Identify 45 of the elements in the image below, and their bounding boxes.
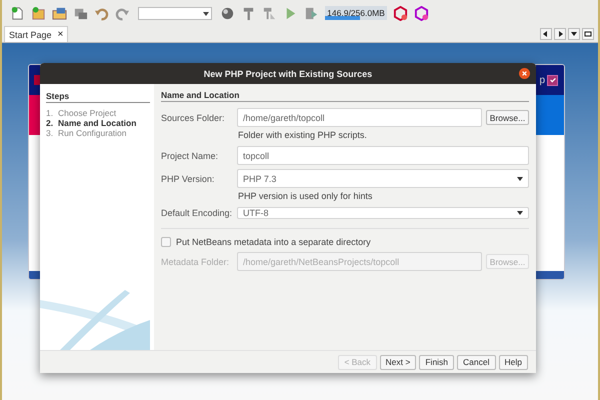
section-heading: Name and Location: [161, 90, 529, 102]
dialog-button[interactable]: Help: [498, 354, 528, 370]
field-label: Default Encoding:: [161, 208, 233, 218]
maximize-icon[interactable]: [582, 28, 594, 40]
hammer-icon[interactable]: [241, 6, 256, 20]
dialog-button[interactable]: Cancel: [457, 354, 496, 370]
dialog-title: New PHP Project with Existing Sources: [204, 68, 372, 78]
close-icon[interactable]: [519, 68, 530, 79]
close-tab-button[interactable]: ×: [58, 29, 64, 40]
step-item: 2. Name and Location: [46, 118, 138, 128]
text-field[interactable]: topcoll: [237, 146, 529, 165]
profile-icon[interactable]: [393, 6, 408, 20]
step-item: 3. Run Configuration: [46, 128, 128, 138]
scroll-left-icon[interactable]: [540, 28, 552, 40]
scroll-right-icon[interactable]: [554, 28, 566, 40]
text-field[interactable]: /home/gareth/topcoll: [237, 108, 482, 127]
steps-heading: Steps: [46, 91, 150, 103]
show-on-startup-checkbox[interactable]: [547, 74, 558, 86]
dropdown-arrow-icon[interactable]: [202, 10, 210, 18]
field-label: Project Name:: [161, 150, 220, 160]
tab-list-icon[interactable]: [568, 28, 580, 40]
start-page-tab[interactable]: Start Page ×: [4, 26, 68, 42]
show-on-startup-label: p: [538, 74, 545, 86]
globe-icon[interactable]: [220, 6, 235, 20]
new-project-icon[interactable]: [31, 6, 46, 20]
field-hint: Folder with existing PHP scripts.: [238, 130, 368, 140]
profile-attach-icon[interactable]: [414, 6, 429, 20]
browse-button[interactable]: Browse...: [486, 110, 529, 125]
undo-icon[interactable]: [94, 6, 109, 20]
version-dropdown[interactable]: PHP 7.3: [237, 169, 529, 188]
field-label: Metadata Folder:: [161, 256, 230, 266]
dropdown-arrow-icon[interactable]: [516, 174, 524, 182]
field-label: PHP Version:: [161, 174, 216, 184]
field-label: Sources Folder:: [161, 112, 226, 122]
new-file-icon[interactable]: [10, 6, 25, 20]
open-project-icon[interactable]: [52, 6, 67, 20]
dialog-button[interactable]: Finish: [419, 354, 454, 370]
dropdown-arrow-icon[interactable]: [516, 209, 524, 217]
field-hint: PHP version is used only for hints: [238, 191, 374, 201]
checkbox-label: Put NetBeans metadata into a separate directory: [176, 237, 371, 247]
check-icon: [548, 76, 556, 84]
step-item: 1. Choose Project: [46, 108, 118, 118]
metadata-checkbox[interactable]: [161, 237, 171, 247]
dialog-button[interactable]: Next >: [380, 354, 416, 370]
encoding-dropdown[interactable]: UTF-8: [237, 207, 529, 219]
